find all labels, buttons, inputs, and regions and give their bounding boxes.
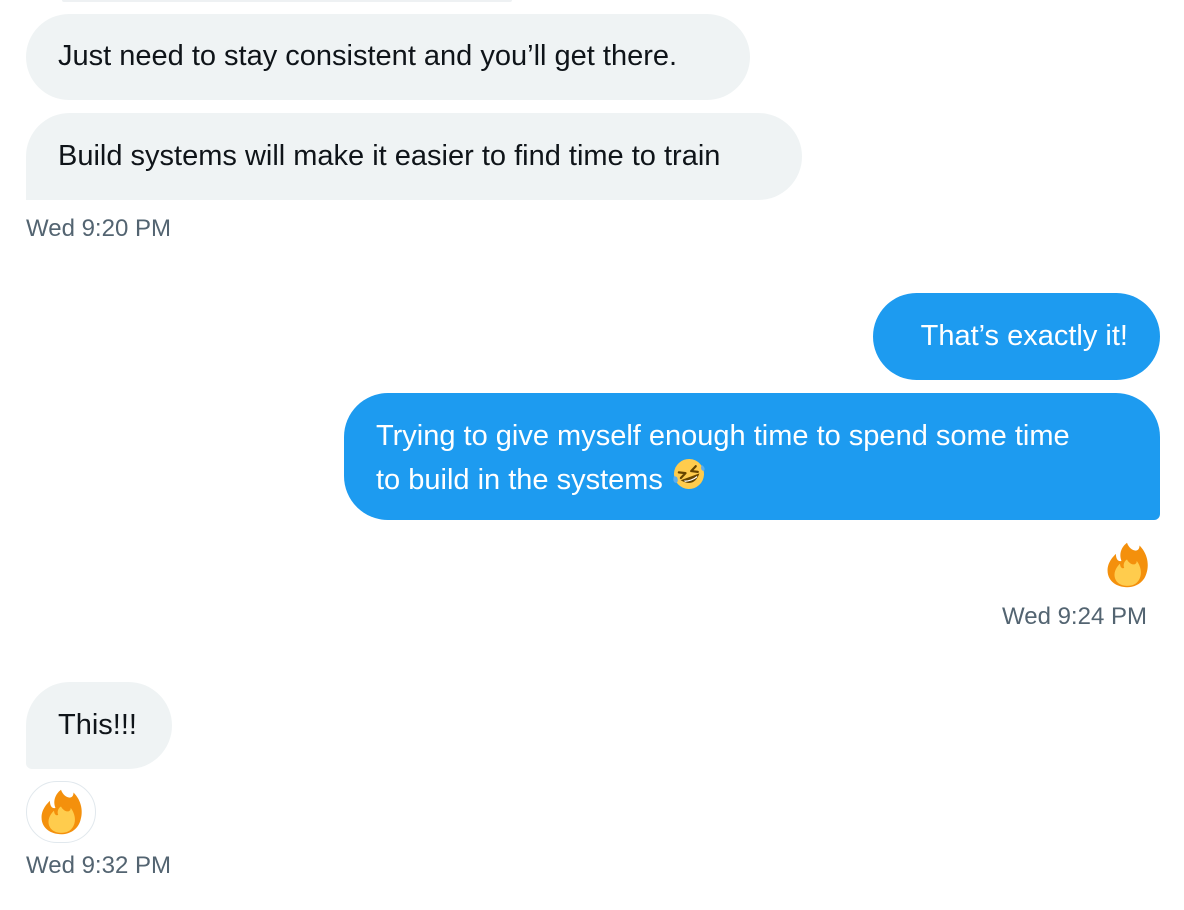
message-text: Just need to stay consistent and you’ll … bbox=[58, 40, 678, 72]
message-text: Build systems will make it easier to fin… bbox=[58, 140, 721, 172]
message-timestamp: Wed 9:24 PM bbox=[1002, 603, 1147, 630]
message-text: This!!! bbox=[58, 709, 137, 741]
incoming-message-bubble[interactable]: Build systems will make it easier to fin… bbox=[26, 113, 802, 200]
message-text-line: Trying to give myself enough time to spe… bbox=[376, 420, 1070, 452]
message-text: to build in the systems bbox=[376, 463, 663, 496]
message-timestamp: Wed 9:20 PM bbox=[26, 215, 171, 242]
message-text-line: to build in the systems bbox=[376, 456, 1128, 503]
rolling-on-floor-laughing-icon bbox=[671, 456, 707, 503]
fire-icon[interactable] bbox=[1100, 538, 1154, 592]
incoming-message-bubble[interactable]: Just need to stay consistent and you’ll … bbox=[26, 14, 750, 100]
outgoing-message-bubble[interactable]: Trying to give myself enough time to spe… bbox=[344, 393, 1160, 520]
message-text: That’s exactly it! bbox=[920, 320, 1128, 352]
message-timestamp: Wed 9:32 PM bbox=[26, 852, 171, 879]
outgoing-message-bubble[interactable]: That’s exactly it! bbox=[873, 293, 1160, 380]
fire-icon[interactable] bbox=[26, 781, 96, 843]
previous-message-edge bbox=[62, 0, 512, 2]
incoming-message-bubble[interactable]: This!!! bbox=[26, 682, 172, 769]
